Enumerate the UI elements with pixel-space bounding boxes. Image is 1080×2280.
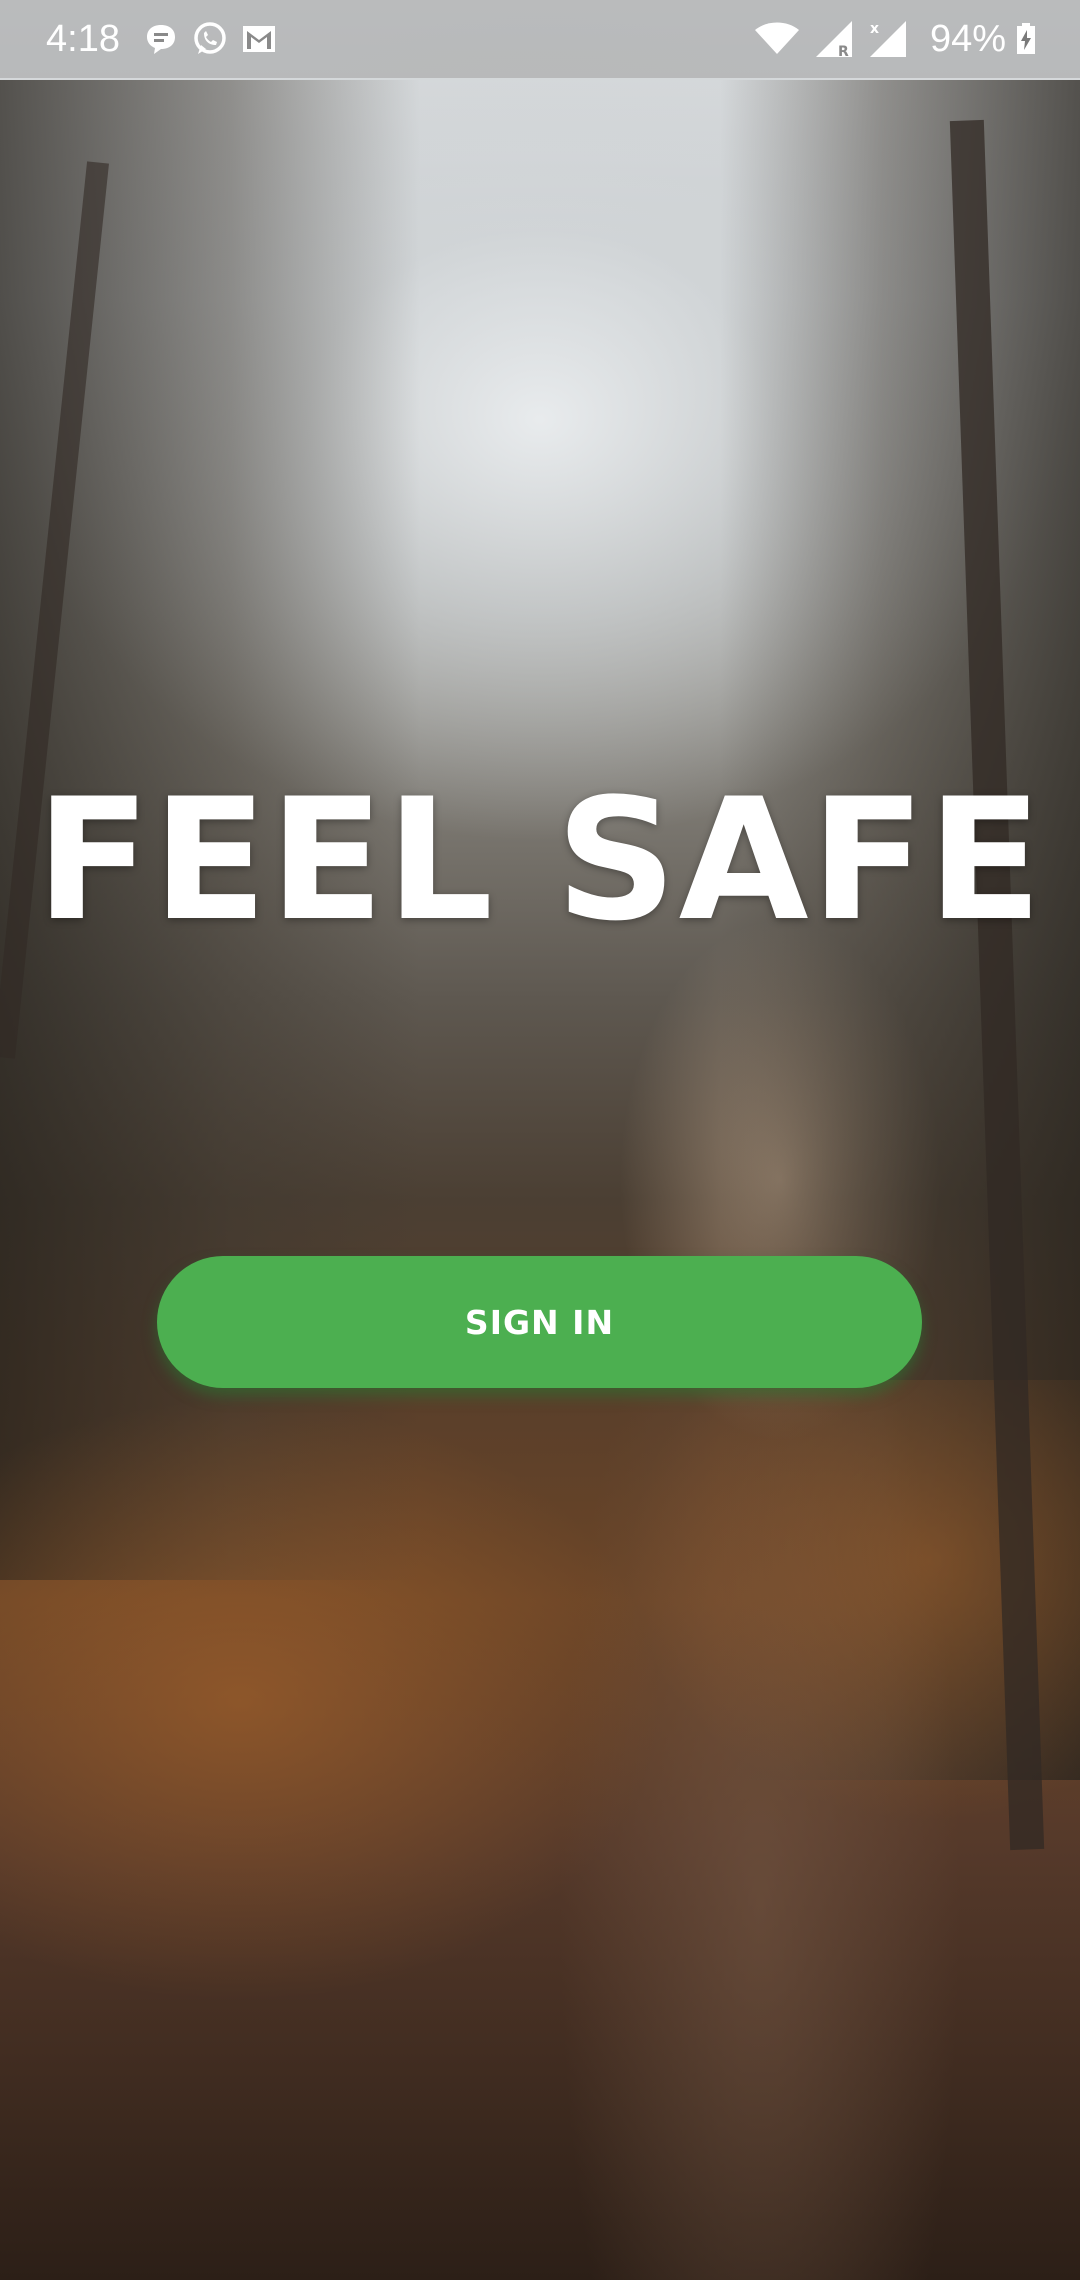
wifi-icon	[754, 22, 800, 56]
battery-charging-icon	[1016, 23, 1036, 55]
battery-percent: 94%	[929, 17, 1006, 60]
background-leaves	[0, 1380, 1080, 2280]
svg-text:x: x	[870, 21, 879, 37]
message-icon	[144, 22, 178, 56]
whatsapp-icon	[192, 21, 228, 57]
signal-icon: x	[868, 19, 908, 59]
gmail-icon	[242, 25, 276, 53]
app-headline: FEEL SAFE	[35, 762, 1045, 958]
status-bar: 4:18 R x 94%	[0, 0, 1080, 78]
sign-in-button[interactable]: SIGN IN	[157, 1256, 922, 1388]
status-time: 4:18	[46, 17, 120, 60]
status-bar-right: R x 94%	[754, 18, 1050, 61]
svg-text:R: R	[838, 44, 849, 59]
status-bar-left: 4:18	[46, 18, 290, 61]
signal-roaming-icon: R	[814, 19, 854, 59]
